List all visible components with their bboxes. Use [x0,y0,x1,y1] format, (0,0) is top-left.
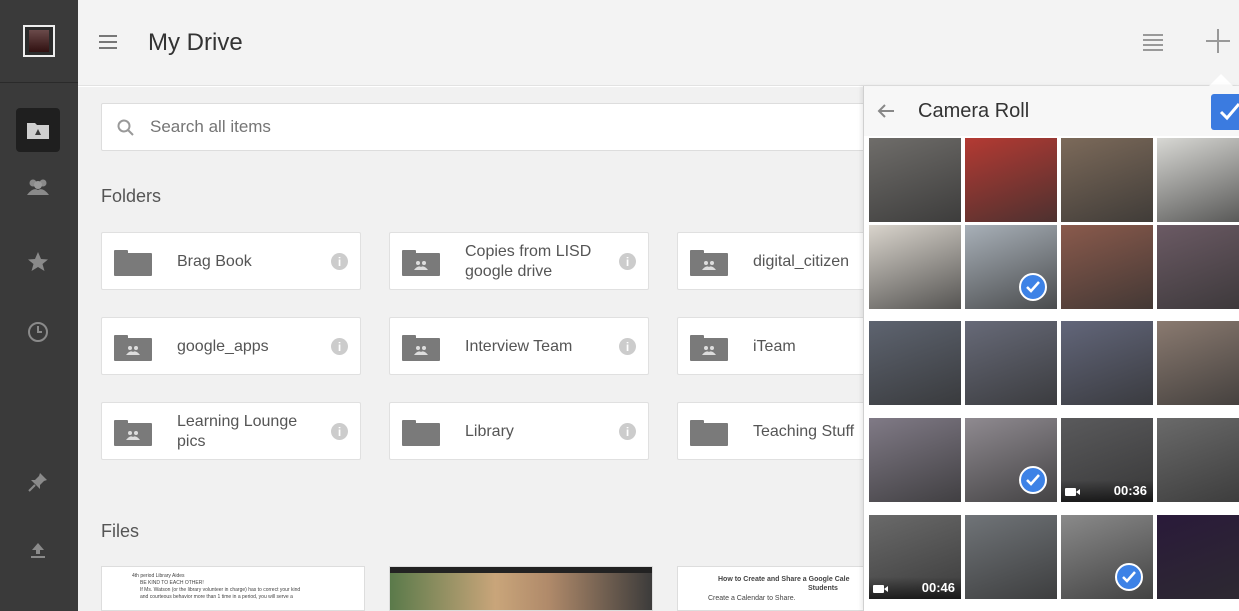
checkmark-icon [1219,103,1239,121]
photo-thumbnail[interactable] [869,225,961,309]
clock-icon [28,322,48,342]
shared-folder-icon [402,335,440,361]
info-icon[interactable]: i [619,253,636,270]
page-title: My Drive [148,29,243,56]
my-drive-nav-button[interactable] [16,108,60,152]
file-card[interactable]: 4th period Library Aides BE KIND TO EACH… [101,566,365,611]
shared-people-icon [414,261,428,270]
shared-people-icon [702,261,716,270]
photo-thumbnail[interactable] [869,321,961,405]
top-bar: My Drive [78,0,1239,86]
photo-thumbnail[interactable] [1061,225,1153,309]
pin-icon [28,473,47,492]
video-camera-icon [873,585,888,593]
photo-thumbnail[interactable] [1157,418,1239,502]
search-input[interactable] [150,104,850,150]
photo-thumbnail[interactable] [965,321,1057,405]
starred-nav-button[interactable] [16,240,60,284]
folder-icon [690,420,728,446]
info-icon[interactable]: i [331,338,348,355]
photo-thumbnail[interactable] [1157,138,1239,222]
info-icon[interactable]: i [619,423,636,440]
shared-folder-icon [690,250,728,276]
shared-with-me-nav-button[interactable] [16,165,60,209]
file-preview-line: If Ms. Watson (or the library volunteer … [140,587,301,593]
people-icon [27,179,49,195]
photo-thumbnail[interactable] [1061,138,1153,222]
photo-thumbnail[interactable] [965,225,1057,309]
folder-name: google_apps [177,338,269,355]
photo-thumbnail[interactable] [965,418,1057,502]
shared-people-icon [702,346,716,355]
video-thumbnail[interactable]: 00:36 [1061,418,1153,502]
files-heading: Files [101,521,140,541]
camera-roll-panel: Camera Roll 00:36 00:46 [863,86,1239,611]
shared-people-icon [126,346,140,355]
video-thumbnail [390,573,652,610]
upload-nav-button[interactable] [16,528,60,572]
info-icon[interactable]: i [331,423,348,440]
file-preview-line: BE KIND TO EACH OTHER! [140,580,204,586]
shared-folder-icon [114,335,152,361]
shared-folder-icon [114,420,152,446]
upload-icon [31,543,45,558]
info-icon[interactable]: i [619,338,636,355]
list-view-icon[interactable] [1143,34,1163,52]
star-icon [28,252,48,271]
folder-name: Library [465,423,514,440]
shared-folder-icon [402,250,440,276]
photo-thumbnail[interactable] [869,138,961,222]
folder-icon [114,250,152,276]
folder-icon [402,420,440,446]
folder-card[interactable]: Library i [389,402,649,460]
shared-people-icon [126,431,140,440]
offline-nav-button[interactable] [16,460,60,504]
folder-card[interactable]: Interview Team i [389,317,649,375]
panel-title: Camera Roll [918,100,1030,122]
video-camera-icon [1065,488,1080,496]
photo-grid: 00:36 00:46 [869,136,1239,611]
folder-name: Interview Team [465,338,573,355]
folder-card[interactable]: google_apps i [101,317,361,375]
folder-name: Brag Book [177,253,252,270]
photo-thumbnail[interactable] [1061,515,1153,599]
video-thumbnail[interactable]: 00:46 [869,515,961,599]
file-preview-line: and courteous behavior more than 1 time … [140,594,293,600]
photo-thumbnail[interactable] [965,515,1057,599]
selected-check-icon [1019,273,1047,301]
back-arrow-icon[interactable] [875,100,897,122]
photo-thumbnail[interactable] [1061,321,1153,405]
folder-card[interactable]: Brag Book i [101,232,361,290]
avatar[interactable] [23,25,55,57]
folder-card[interactable]: Learning Lounge pics i [101,402,361,460]
drive-folder-icon [27,123,49,139]
photo-thumbnail[interactable] [1157,321,1239,405]
sidebar [0,0,78,611]
file-card[interactable] [389,566,653,611]
panel-header: Camera Roll [864,86,1239,136]
add-icon[interactable] [1206,29,1230,53]
select-all-checkbox[interactable] [1211,94,1239,130]
selected-check-icon [1115,563,1143,591]
folder-name: Learning Lounge pics [177,413,298,450]
panel-caret [1209,74,1233,86]
photo-thumbnail[interactable] [1157,225,1239,309]
video-duration: 00:46 [921,580,955,595]
photo-thumbnail[interactable] [1157,515,1239,599]
folder-card[interactable]: Copies from LISD google drive i [389,232,649,290]
photo-thumbnail[interactable] [965,138,1057,222]
video-duration: 00:36 [1113,483,1147,498]
info-icon[interactable]: i [331,253,348,270]
search-icon [117,119,134,136]
shared-folder-icon [690,335,728,361]
folder-name: Copies from LISD google drive [465,243,592,280]
folders-heading: Folders [101,186,162,206]
file-preview-line: 4th period Library Aides [132,573,185,579]
drive-app: My Drive Folders Brag BookiCopies from L… [0,0,1239,611]
selected-check-icon [1019,466,1047,494]
photo-thumbnail[interactable] [869,418,961,502]
recent-nav-button[interactable] [16,310,60,354]
menu-icon[interactable] [99,35,117,49]
shared-people-icon [414,346,428,355]
